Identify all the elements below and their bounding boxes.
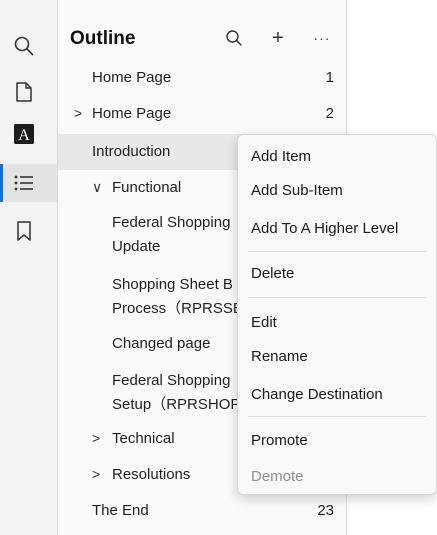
rail-active-indicator — [0, 164, 3, 202]
outline-item-label: Changed page — [112, 335, 211, 352]
menu-separator — [248, 416, 426, 417]
outline-item-label-line1: Federal Shopping — [112, 372, 231, 389]
bookmark-icon[interactable] — [10, 217, 38, 245]
menu-item-add-sub-item[interactable]: Add Sub-Item — [251, 181, 343, 201]
more-icon[interactable]: ··· — [308, 24, 336, 52]
search-icon[interactable] — [10, 32, 38, 60]
outline-item[interactable]: The End 23 — [58, 500, 347, 524]
outline-item-label: Home Page — [92, 69, 172, 86]
outline-item-label-line2: Process（RPRSSB — [112, 300, 243, 317]
outline-item-label: Technical — [112, 430, 175, 447]
outline-item-label-line1: Federal Shopping — [112, 214, 231, 231]
menu-item-delete[interactable]: Delete — [251, 264, 294, 284]
menu-item-edit[interactable]: Edit — [251, 313, 277, 333]
outline-item-label: Functional — [112, 179, 182, 196]
page-icon[interactable] — [10, 78, 38, 106]
outline-item[interactable]: Home Page 1 — [58, 67, 347, 91]
chevron-right-icon[interactable]: > — [92, 428, 100, 449]
outline-item-label-line1: Shopping Sheet B — [112, 276, 233, 293]
menu-item-change-destination[interactable]: Change Destination — [251, 385, 383, 405]
menu-item-add-item[interactable]: Add Item — [251, 147, 311, 167]
outline-item-page: 1 — [325, 69, 334, 86]
outline-item-label: Introduction — [92, 143, 171, 160]
outline-icon[interactable] — [10, 169, 38, 197]
menu-item-demote: Demote — [251, 468, 304, 485]
chevron-right-icon[interactable]: > — [92, 464, 100, 485]
outline-item-label: The End — [92, 502, 149, 519]
plus-icon[interactable]: + — [264, 24, 292, 52]
font-icon[interactable]: A — [10, 120, 38, 148]
chevron-right-icon[interactable]: > — [74, 103, 82, 124]
menu-item-promote[interactable]: Promote — [251, 431, 308, 451]
menu-item-rename[interactable]: Rename — [251, 347, 308, 367]
context-menu: Add Item Add Sub-Item Add To A Higher Le… — [237, 134, 437, 495]
outline-item-label-line2: Update — [112, 238, 161, 255]
outline-item[interactable]: > Home Page 2 — [58, 103, 347, 127]
search-icon[interactable] — [220, 24, 248, 52]
panel-title: Outline — [70, 28, 136, 49]
outline-item-label: Resolutions — [112, 466, 191, 483]
svg-text:A: A — [18, 127, 30, 144]
menu-item-add-higher-level[interactable]: Add To A Higher Level — [251, 219, 398, 239]
tool-rail: A — [0, 0, 57, 535]
outline-item-label-line2: Setup（RPRSHOP — [112, 396, 241, 413]
chevron-down-icon[interactable]: ∨ — [92, 177, 102, 198]
outline-item-page: 23 — [317, 502, 334, 519]
menu-separator — [248, 297, 426, 298]
menu-separator — [248, 251, 426, 252]
outline-item-page: 2 — [325, 105, 334, 122]
outline-item-label: Home Page — [92, 105, 172, 122]
